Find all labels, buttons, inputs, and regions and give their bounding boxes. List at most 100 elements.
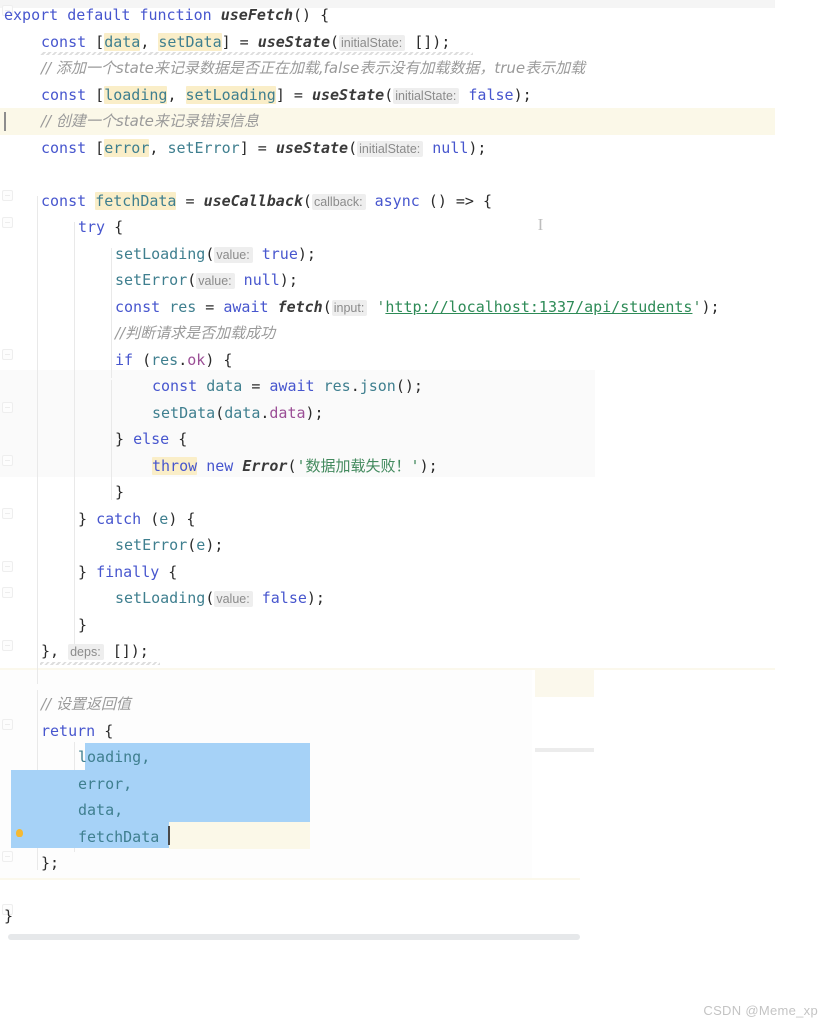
code-token: setLoading (115, 589, 206, 607)
code-token: finally (96, 562, 160, 581)
code-line[interactable]: error, (0, 771, 775, 798)
code-token: data (224, 403, 261, 422)
code-line[interactable]: if (res.ok) { (0, 347, 775, 374)
code-line-text: // 设置返回值 (41, 691, 131, 718)
code-line[interactable]: } (0, 479, 775, 506)
code-line-text: }; (41, 850, 59, 877)
code-line[interactable]: const [error, setError] = useState(initi… (0, 135, 775, 162)
code-token: ) { (168, 509, 196, 528)
code-line[interactable]: setLoading(value: false); (0, 585, 775, 612)
code-token: fetchData (95, 191, 177, 210)
code-token: } (78, 615, 88, 634)
code-line[interactable]: //判断请求是否加载成功 (0, 320, 775, 347)
code-token: setLoading (185, 85, 276, 104)
code-token: } (78, 509, 97, 528)
code-token: false (261, 589, 307, 607)
code-token: setError (115, 271, 188, 289)
code-line[interactable]: // 创建一个state来记录错误信息 (0, 108, 775, 135)
code-token: initialState: (393, 87, 460, 104)
code-line[interactable]: // 设置返回值 (0, 691, 775, 718)
code-token: const (41, 138, 87, 157)
code-line[interactable]: } finally { (0, 559, 775, 586)
code-token: setError (115, 536, 188, 554)
code-line[interactable]: } catch (e) { (0, 506, 775, 533)
code-token: { (95, 721, 114, 740)
code-token: (); (395, 377, 423, 395)
code-token: ); (701, 297, 720, 316)
code-line[interactable]: loading, (0, 744, 775, 771)
code-line[interactable]: }, deps: []); (0, 638, 775, 665)
code-line[interactable]: setData(data.data); (0, 400, 775, 427)
code-token: error (104, 138, 150, 157)
code-token: loading (104, 85, 168, 104)
horizontal-scrollbar-thumb[interactable] (8, 934, 580, 940)
code-token: // 添加一个state来记录数据是否正在加载,false表示没有加载数据，tr… (41, 59, 586, 77)
code-line-text: } finally { (78, 559, 177, 586)
code-line[interactable]: return { (0, 718, 775, 745)
code-token: ( (330, 32, 340, 51)
code-token: http://localhost:1337/api/students (385, 297, 693, 316)
code-token: useState (311, 85, 385, 104)
code-line[interactable]: data, (0, 797, 775, 824)
code-line[interactable]: setError(value: null); (0, 267, 775, 294)
code-line[interactable]: const [loading, setLoading] = useState(i… (0, 82, 775, 109)
code-line[interactable]: fetchData (0, 824, 775, 851)
code-token: json (359, 377, 396, 395)
code-line[interactable]: const data = await res.json(); (0, 373, 775, 400)
code-token: = (242, 377, 270, 395)
code-token: callback: (311, 193, 366, 210)
code-line[interactable]: // 添加一个state来记录数据是否正在加载,false表示没有加载数据，tr… (0, 55, 775, 82)
code-line[interactable]: setLoading(value: true); (0, 241, 775, 268)
code-token: ( (205, 244, 215, 263)
code-token: if (115, 350, 134, 369)
code-line[interactable]: } (0, 903, 775, 930)
code-line-text: const [error, setError] = useState(initi… (41, 135, 486, 163)
code-line[interactable]: } else { (0, 426, 775, 453)
code-token: error, (78, 774, 133, 793)
code-token: ); (419, 456, 438, 475)
pane-edge-divider (774, 0, 775, 8)
code-line[interactable] (0, 665, 775, 692)
code-line[interactable]: } (0, 612, 775, 639)
code-line[interactable]: export default function useFetch() { (0, 2, 775, 29)
code-line[interactable] (0, 161, 775, 188)
code-token: }; (41, 854, 60, 872)
code-token: [ (86, 85, 105, 104)
code-line[interactable]: const fetchData = useCallback(callback: … (0, 188, 775, 215)
code-editor[interactable]: export default function useFetch() { cons… (0, 0, 832, 1028)
code-token: const (41, 32, 87, 51)
code-line[interactable]: throw new Error('数据加载失败！'); (0, 453, 775, 480)
code-token: else (133, 430, 170, 448)
code-token: setData (158, 32, 222, 51)
code-token: value: (196, 273, 235, 289)
code-line[interactable]: setError(e); (0, 532, 775, 559)
code-line[interactable] (0, 877, 775, 904)
code-token: //判断请求是否加载成功 (115, 324, 276, 342)
code-token: const (41, 191, 87, 210)
code-token: useState (275, 138, 349, 157)
code-line[interactable]: }; (0, 850, 775, 877)
code-token: setData (152, 403, 216, 422)
code-token: initialState: (339, 34, 406, 51)
editor-content-pane[interactable]: export default function useFetch() { cons… (0, 0, 775, 941)
code-token: true (261, 244, 298, 263)
code-token: ( (287, 456, 297, 475)
weak-warning-underline (40, 52, 473, 55)
code-token: new (206, 456, 234, 475)
code-line[interactable]: try { (0, 214, 775, 241)
code-token: return (41, 721, 96, 740)
code-token: ); (297, 244, 316, 263)
code-token: ; (441, 32, 451, 51)
code-line[interactable]: const res = await fetch(input: 'http://l… (0, 294, 775, 321)
code-token: // 创建一个state来记录错误信息 (41, 112, 259, 130)
code-token: await (223, 297, 269, 316)
code-line-text: setData(data.data); (152, 400, 324, 427)
code-token: ( (384, 85, 394, 104)
